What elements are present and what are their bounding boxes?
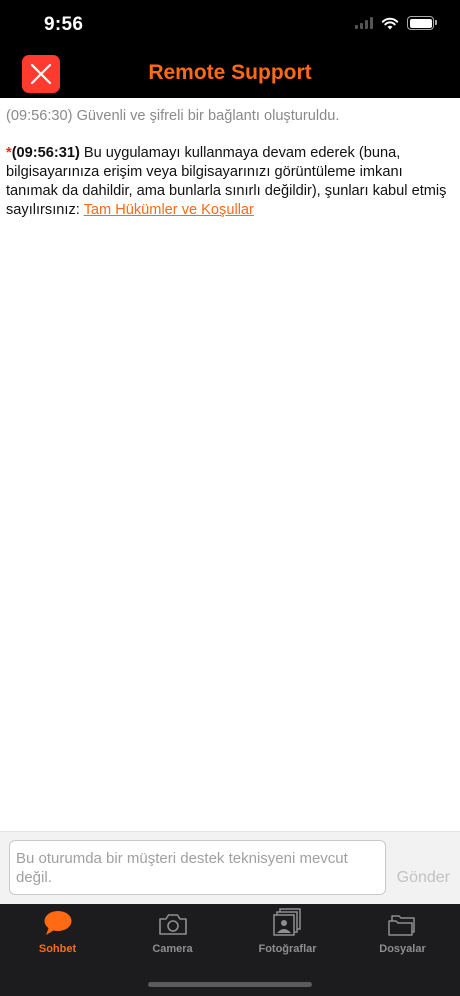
- battery-icon: [407, 16, 437, 30]
- message-composer: Bu oturumda bir müşteri destek teknisyen…: [0, 831, 460, 904]
- chat-bubble-icon: [44, 911, 71, 935]
- tab-label: Sohbet: [38, 943, 77, 955]
- tab-label: Camera: [152, 943, 193, 955]
- wifi-icon: [381, 17, 399, 29]
- app-title: Remote Support: [148, 61, 312, 84]
- tab-dosyalar[interactable]: Dosyalar: [345, 904, 460, 964]
- chat-transcript[interactable]: (09:56:30) Güvenli ve şifreli bir bağlan…: [0, 98, 460, 831]
- status-time: 9:56: [44, 14, 84, 35]
- tab-label: Fotoğraflar: [258, 943, 317, 955]
- tab-sohbet[interactable]: Sohbet: [0, 904, 115, 964]
- message-input[interactable]: Bu oturumda bir müşteri destek teknisyen…: [9, 840, 386, 895]
- terms-message: *(09:56:31) Bu uygulamayı kullanmaya dev…: [6, 144, 454, 220]
- app-header: Remote Support: [0, 50, 460, 98]
- folder-icon: [387, 915, 415, 936]
- photos-icon: [272, 908, 301, 936]
- terms-link[interactable]: Tam Hükümler ve Koşullar: [84, 202, 254, 218]
- status-bar: 9:56: [0, 0, 460, 50]
- send-button[interactable]: Gönder: [397, 869, 450, 887]
- cellular-signal-icon: [355, 17, 373, 29]
- tab-label: Dosyalar: [379, 943, 426, 955]
- system-message: (09:56:30) Güvenli ve şifreli bir bağlan…: [6, 108, 340, 124]
- tab-camera[interactable]: Camera: [115, 904, 230, 964]
- tab-fotograflar[interactable]: Fotoğraflar: [230, 904, 345, 964]
- camera-icon: [158, 914, 187, 935]
- home-indicator[interactable]: [148, 982, 312, 987]
- tab-bar: Sohbet Camera Fotoğraflar Dosyalar: [0, 904, 460, 996]
- status-icons: [355, 16, 437, 30]
- message-time: (09:56:31): [11, 145, 80, 161]
